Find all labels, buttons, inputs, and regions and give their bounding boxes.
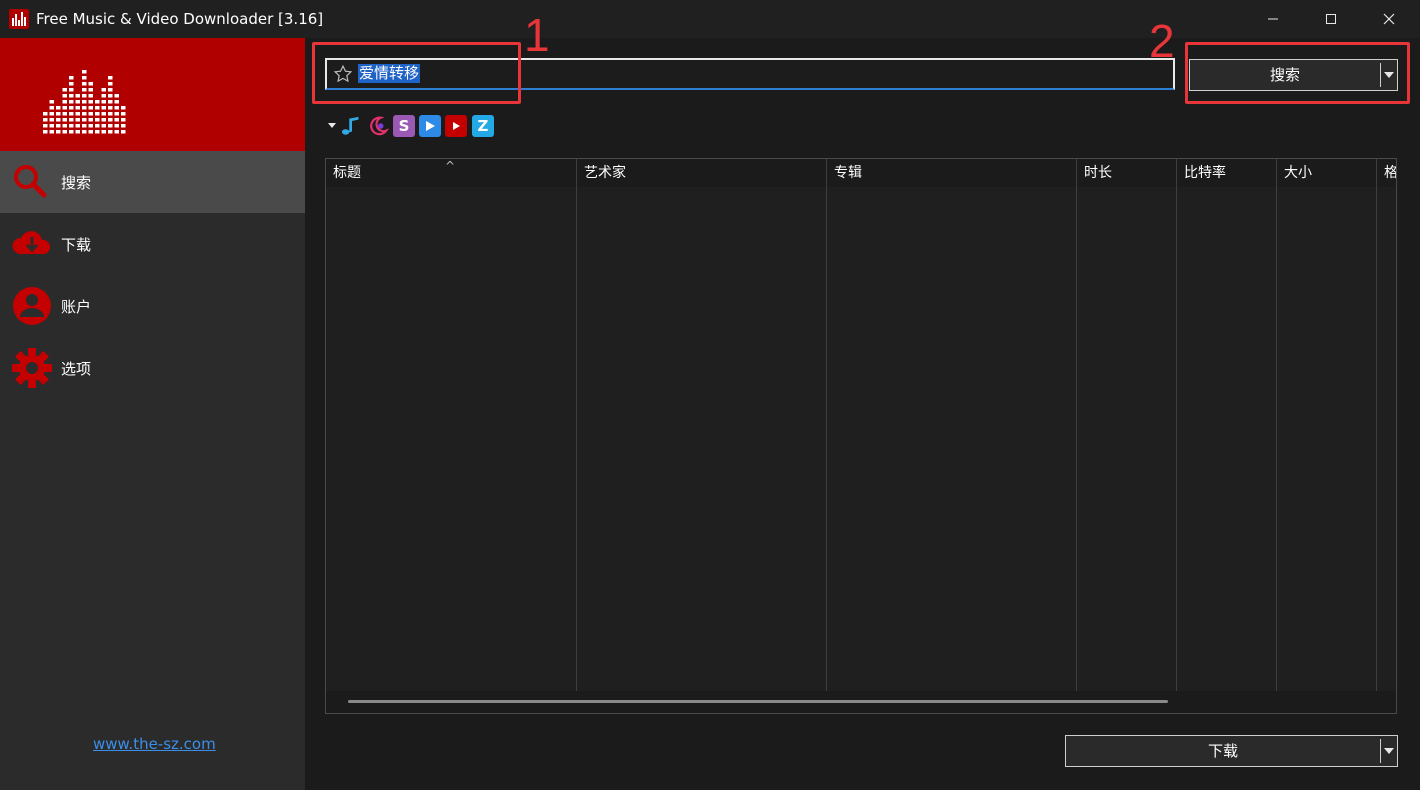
play-glyph-icon: [426, 121, 435, 131]
column-header-format[interactable]: 格: [1377, 159, 1396, 187]
column-divider: [1176, 159, 1177, 691]
equalizer-logo-icon: [43, 70, 126, 134]
maximize-button[interactable]: [1302, 0, 1360, 38]
download-button[interactable]: 下载: [1065, 735, 1398, 767]
account-icon: [13, 287, 51, 325]
play-icon[interactable]: [419, 115, 441, 137]
results-table-body: [326, 187, 1396, 691]
moon-icon[interactable]: [367, 115, 389, 137]
maximize-icon: [1326, 14, 1336, 24]
column-header-title[interactable]: 标题 ^: [326, 159, 576, 187]
sidebar: 搜索 下载 账户 选项 www.the-sz.com: [0, 38, 305, 790]
column-header-size[interactable]: 大小: [1277, 159, 1376, 187]
column-divider: [826, 159, 827, 691]
close-button[interactable]: [1360, 0, 1418, 38]
minimize-button[interactable]: [1244, 0, 1302, 38]
column-header-bitrate[interactable]: 比特率: [1177, 159, 1276, 187]
download-button-label: 下载: [1207, 742, 1238, 760]
sidebar-item-search[interactable]: 搜索: [0, 151, 305, 213]
youtube-play-icon: [453, 122, 460, 130]
column-divider: [1376, 159, 1377, 691]
search-icon: [14, 165, 47, 198]
annotation-box-2: [1185, 42, 1410, 104]
website-link[interactable]: www.the-sz.com: [93, 735, 216, 753]
s-icon[interactable]: S: [393, 115, 415, 137]
sidebar-item-label: 账户: [61, 298, 92, 316]
split-divider: [1380, 739, 1381, 763]
logo-banner: [0, 38, 305, 151]
results-table[interactable]: 标题 ^ 艺术家 专辑 时长 比特率 大小 格: [325, 158, 1397, 714]
minimize-icon: [1268, 18, 1278, 20]
column-header-album[interactable]: 专辑: [827, 159, 1076, 187]
sidebar-item-label: 搜索: [61, 174, 92, 192]
cloud-download-icon: [12, 231, 51, 254]
sidebar-item-account[interactable]: 账户: [0, 275, 305, 337]
title-bar: Free Music & Video Downloader [3.16]: [0, 0, 1420, 38]
youtube-icon[interactable]: [445, 115, 467, 137]
column-header-duration[interactable]: 时长: [1077, 159, 1176, 187]
source-dropdown-icon[interactable]: [328, 123, 336, 128]
column-header-artist[interactable]: 艺术家: [577, 159, 826, 187]
sidebar-item-label: 选项: [61, 360, 92, 378]
column-divider: [1276, 159, 1277, 691]
annotation-box-1: [312, 42, 521, 104]
annotation-number-1: 1: [524, 9, 550, 61]
column-divider: [576, 159, 577, 691]
music-note-icon[interactable]: [341, 115, 363, 137]
window-title: Free Music & Video Downloader [3.16]: [36, 10, 324, 28]
column-header-label: 标题: [333, 165, 361, 181]
sort-ascending-icon: ^: [445, 159, 456, 173]
chevron-down-icon[interactable]: [1384, 748, 1394, 754]
annotation-number-2: 2: [1149, 15, 1175, 67]
sidebar-item-label: 下载: [61, 236, 92, 254]
app-logo-icon: [9, 9, 29, 29]
z-icon[interactable]: Z: [472, 115, 494, 137]
horizontal-scrollbar[interactable]: [348, 700, 1168, 703]
column-divider: [1076, 159, 1077, 691]
sidebar-item-download[interactable]: 下载: [0, 213, 305, 275]
close-icon: [1383, 13, 1395, 25]
gear-icon: [12, 348, 52, 388]
sidebar-item-options[interactable]: 选项: [0, 337, 305, 399]
